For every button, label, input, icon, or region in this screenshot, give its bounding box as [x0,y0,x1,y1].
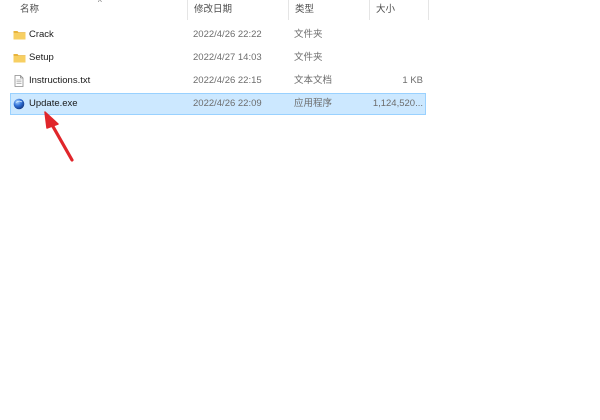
column-header-date[interactable]: 修改日期 [188,0,288,20]
file-row-setup[interactable]: Setup 2022/4/27 14:03 文件夹 [10,47,426,69]
column-header-type[interactable]: 类型 [289,0,369,20]
file-size: 1 KB [402,75,423,86]
file-name-cell: Instructions.txt [13,71,183,91]
text-file-icon [13,75,25,87]
file-name-cell: Setup [13,48,183,68]
file-name: Setup [29,52,54,63]
file-explorer: 名称 ^ 修改日期 类型 大小 Crack 2022/4/26 22:22 文件… [0,0,600,420]
file-name: Crack [29,29,54,40]
file-size: 1,124,520... [372,98,423,109]
file-name: Instructions.txt [29,75,91,86]
file-row-update-exe[interactable]: Update.exe 2022/4/26 22:09 应用程序 1,124,52… [10,93,426,115]
file-row-crack[interactable]: Crack 2022/4/26 22:22 文件夹 [10,24,426,46]
file-date: 2022/4/26 22:22 [193,29,262,40]
exe-icon [13,98,25,110]
file-name-cell: Update.exe [13,94,183,114]
column-header-type-label: 类型 [295,4,315,15]
file-list: Crack 2022/4/26 22:22 文件夹 Setup 2022/4/2… [10,24,426,116]
file-name: Update.exe [29,98,78,109]
folder-icon [13,52,26,64]
file-date: 2022/4/26 22:15 [193,75,262,86]
file-type: 文本文档 [294,75,333,86]
file-name-cell: Crack [13,25,183,45]
file-row-instructions[interactable]: Instructions.txt 2022/4/26 22:15 文本文档 1 … [10,70,426,92]
file-size [371,25,423,45]
column-header-size[interactable]: 大小 [370,0,428,20]
column-header-size-label: 大小 [376,4,396,15]
file-date: 2022/4/27 14:03 [193,52,262,63]
folder-icon [13,29,26,41]
file-type: 文件夹 [294,52,323,63]
column-header-name-label: 名称 [20,4,40,15]
sort-ascending-icon: ^ [98,0,102,7]
column-header-name[interactable]: 名称 [14,0,194,20]
file-type: 应用程序 [294,98,333,109]
column-header-date-label: 修改日期 [194,4,233,15]
column-divider[interactable] [428,0,429,20]
file-date: 2022/4/26 22:09 [193,98,262,109]
file-type: 文件夹 [294,29,323,40]
file-size [371,48,423,68]
